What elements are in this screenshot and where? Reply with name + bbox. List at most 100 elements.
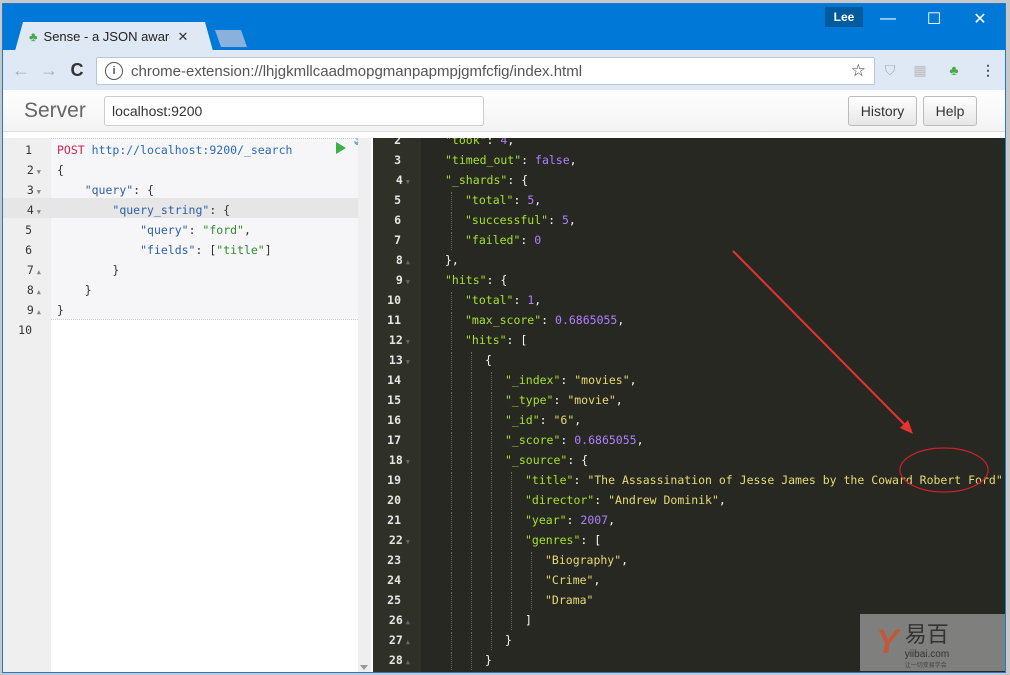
response-line[interactable]: "failed": 0: [465, 230, 541, 250]
sense-extension-icon[interactable]: ♣: [943, 60, 965, 80]
response-line[interactable]: "total": 5,: [465, 190, 541, 210]
maximize-button[interactable]: ☐: [911, 7, 957, 31]
json-token: :: [486, 138, 501, 147]
indent-guide: [491, 572, 492, 590]
json-token: "_index": [505, 373, 561, 387]
response-line[interactable]: ]: [525, 610, 532, 630]
code-token: "fields": [140, 243, 196, 257]
minimize-button[interactable]: —: [865, 7, 911, 31]
response-line[interactable]: "Drama": [545, 590, 593, 610]
indent-guide: [531, 552, 532, 570]
response-line[interactable]: }: [505, 630, 512, 650]
response-line[interactable]: }: [485, 650, 492, 670]
request-line[interactable]: }: [57, 280, 92, 300]
request-line[interactable]: POST http://localhost:9200/_search: [57, 140, 292, 160]
fold-expand-icon[interactable]: ▲: [406, 258, 410, 266]
request-line[interactable]: "query_string": {: [57, 200, 230, 220]
response-line[interactable]: "genres": [: [525, 530, 601, 550]
json-token: "took": [445, 138, 487, 147]
fold-expand-icon[interactable]: ▲: [37, 268, 41, 276]
menu-icon[interactable]: ⋮: [977, 60, 999, 80]
response-line[interactable]: "_type": "movie",: [505, 390, 623, 410]
info-icon[interactable]: i: [105, 62, 123, 80]
help-button[interactable]: Help: [923, 96, 977, 126]
response-line[interactable]: },: [445, 250, 459, 270]
json-token: "max_score": [465, 313, 542, 327]
close-window-button[interactable]: ✕: [957, 7, 1003, 31]
response-line-number: 8 ▲: [395, 253, 410, 267]
json-token: :: [594, 493, 609, 507]
tab-sense[interactable]: ♣ Sense - a JSON aware i ✕: [15, 22, 213, 51]
json-token: : {: [567, 453, 589, 467]
fold-collapse-icon[interactable]: ▼: [406, 458, 410, 466]
scroll-down-icon[interactable]: [360, 665, 368, 670]
response-line[interactable]: "hits": [: [465, 330, 527, 350]
response-output[interactable]: 2 "took": 4, 3 "timed_out": false, 4 ▼ "_shard…: [373, 138, 1005, 672]
back-button[interactable]: ←: [9, 58, 33, 82]
response-line[interactable]: "_score": 0.6865055,: [505, 430, 644, 450]
tab-close-icon[interactable]: ✕: [178, 29, 189, 45]
fold-expand-icon[interactable]: ▲: [406, 618, 410, 626]
reload-button[interactable]: C: [65, 58, 89, 82]
bookmark-star-icon[interactable]: ☆: [851, 61, 866, 81]
response-line[interactable]: "max_score": 0.6865055,: [465, 310, 624, 330]
json-token: ,: [608, 513, 616, 527]
response-line-number: 12 ▼: [388, 333, 410, 347]
request-line[interactable]: }: [57, 260, 119, 280]
request-line[interactable]: "query": {: [57, 180, 154, 200]
response-line[interactable]: "year": 2007,: [525, 510, 615, 530]
fold-collapse-icon[interactable]: ▼: [406, 178, 410, 186]
request-scrollbar[interactable]: [358, 138, 371, 672]
history-button[interactable]: History: [848, 96, 917, 126]
fold-collapse-icon[interactable]: ▼: [37, 168, 41, 176]
reader-extension-icon[interactable]: ▦: [909, 60, 931, 80]
response-line[interactable]: "took": 4,: [445, 138, 514, 150]
profile-button[interactable]: Lee: [825, 7, 863, 27]
request-line[interactable]: {: [57, 160, 64, 180]
fold-collapse-icon[interactable]: ▼: [406, 358, 410, 366]
indent-guide: [451, 632, 452, 650]
response-line[interactable]: "_id": "6",: [505, 410, 581, 430]
new-tab-button[interactable]: [215, 30, 247, 47]
code-token: "query_string": [112, 203, 210, 217]
response-line[interactable]: "_shards": {: [445, 170, 528, 190]
response-line[interactable]: "_index": "movies",: [505, 370, 637, 390]
url-text[interactable]: chrome-extension://lhjgkmllcaadmopgmanpa…: [131, 63, 582, 80]
run-request-icon[interactable]: [336, 142, 346, 154]
fold-expand-icon[interactable]: ▲: [37, 308, 41, 316]
fold-collapse-icon[interactable]: ▼: [37, 188, 41, 196]
response-line[interactable]: "successful": 5,: [465, 210, 576, 230]
fold-collapse-icon[interactable]: ▼: [406, 278, 410, 286]
response-line[interactable]: "hits": {: [445, 270, 507, 290]
request-line[interactable]: "fields": ["title"]: [57, 240, 272, 260]
sense-page: Server History Help 1 POST http://localho…: [3, 90, 1005, 672]
response-line[interactable]: "timed_out": false,: [445, 150, 577, 170]
response-line[interactable]: "total": 1,: [465, 290, 541, 310]
fold-expand-icon[interactable]: ▲: [406, 638, 410, 646]
response-line[interactable]: {: [485, 350, 492, 370]
fold-collapse-icon[interactable]: ▼: [406, 538, 410, 546]
fold-collapse-icon[interactable]: ▼: [406, 338, 410, 346]
json-token: ,: [617, 313, 625, 327]
response-line[interactable]: "Biography",: [545, 550, 628, 570]
json-token: },: [445, 253, 459, 267]
response-line[interactable]: "title": "The Assassination of Jesse Jam…: [525, 470, 1005, 490]
request-line[interactable]: "query": "ford",: [57, 220, 251, 240]
server-input[interactable]: [104, 96, 484, 126]
json-token: 0: [534, 233, 542, 247]
fold-expand-icon[interactable]: ▲: [37, 288, 41, 296]
fold-collapse-icon[interactable]: ▼: [37, 208, 41, 216]
json-token: "year": [525, 513, 567, 527]
request-line[interactable]: }: [57, 300, 64, 320]
response-line[interactable]: "Crime",: [545, 570, 600, 590]
json-token: "_source": [505, 453, 568, 467]
forward-button[interactable]: →: [37, 58, 61, 82]
json-token: "movies": [574, 373, 630, 387]
indent-guide: [471, 532, 472, 550]
address-bar[interactable]: i chrome-extension://lhjgkmllcaadmopgman…: [96, 57, 875, 85]
response-line[interactable]: "director": "Andrew Dominik",: [525, 490, 726, 510]
fold-expand-icon[interactable]: ▲: [406, 658, 410, 666]
request-editor[interactable]: 1 POST http://localhost:9200/_search 2 ▼ {3 ▼…: [3, 138, 371, 672]
shield-extension-icon[interactable]: ⛉: [879, 60, 901, 80]
response-line[interactable]: "_source": {: [505, 450, 588, 470]
